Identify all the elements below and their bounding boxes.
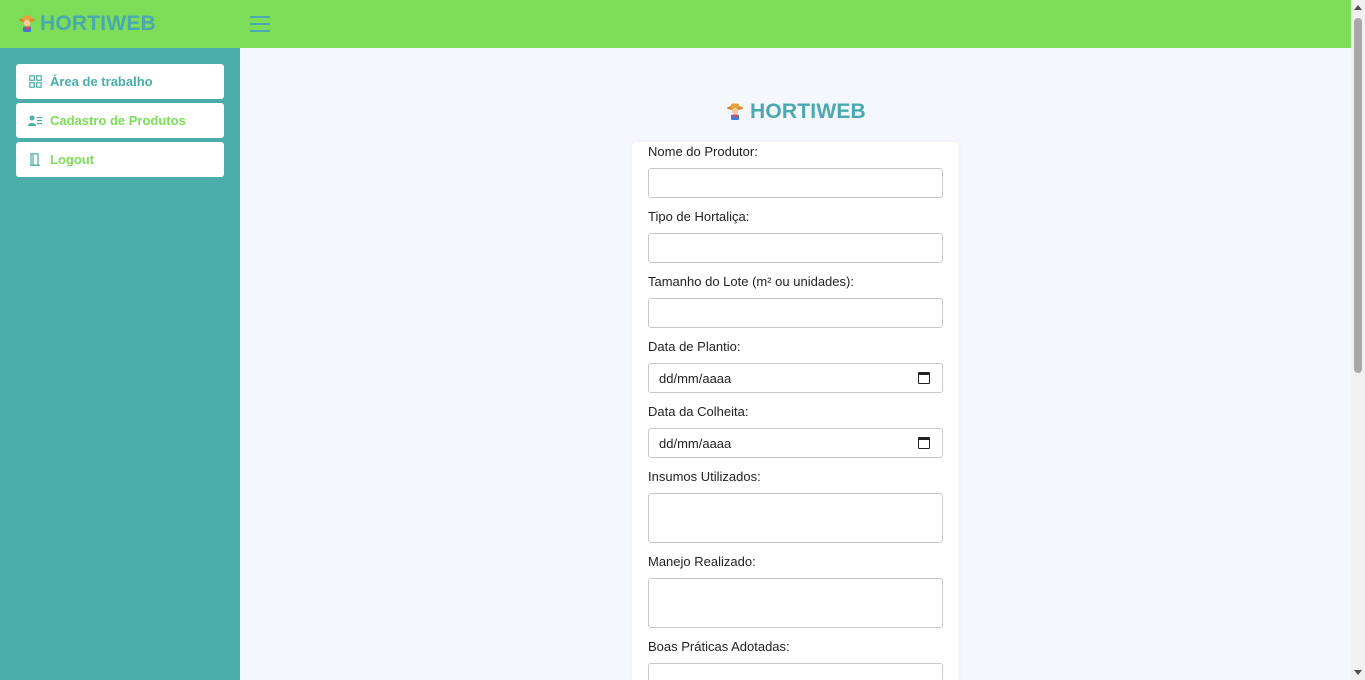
field-label: Boas Práticas Adotadas:: [648, 639, 790, 654]
insumos-utilizados-textarea[interactable]: [648, 493, 943, 543]
dashboard-grid-icon: [28, 75, 42, 89]
door-icon: [28, 153, 42, 167]
date-placeholder: dd/mm/aaaa: [659, 435, 732, 451]
hamburger-menu-icon[interactable]: [250, 16, 270, 32]
field-label: Tamanho do Lote (m² ou unidades):: [648, 274, 854, 289]
scroll-up-arrow-icon[interactable]: [1354, 5, 1362, 10]
field-boas-praticas: Boas Práticas Adotadas:: [648, 640, 943, 680]
page-scrollbar[interactable]: [1351, 0, 1365, 680]
tamanho-do-lote-input[interactable]: [648, 298, 943, 328]
field-data-da-colheita: Data da Colheita: dd/mm/aaaa: [648, 405, 943, 458]
sidebar-item-label: Logout: [50, 152, 95, 167]
field-label: Insumos Utilizados:: [648, 469, 761, 484]
brand-title: HORTIWEB: [40, 12, 156, 35]
field-label: Nome do Produtor:: [648, 144, 758, 159]
scroll-down-arrow-icon[interactable]: [1354, 670, 1362, 675]
content-brand: HORTIWEB: [726, 100, 866, 124]
data-de-plantio-input[interactable]: dd/mm/aaaa: [648, 363, 943, 393]
farmer-icon: [727, 103, 743, 120]
sidebar-item-label: Cadastro de Produtos: [50, 113, 186, 128]
tipo-de-hortalica-input[interactable]: [648, 233, 943, 263]
product-registration-form: Nome do Produtor: Tipo de Hortaliça: Tam…: [632, 142, 959, 680]
calendar-icon[interactable]: [918, 437, 930, 449]
sidebar-item-cadastro-de-produtos[interactable]: Cadastro de Produtos: [16, 103, 224, 138]
farmer-icon: [19, 15, 35, 32]
field-insumos-utilizados: Insumos Utilizados:: [648, 470, 943, 543]
field-label: Data da Colheita:: [648, 404, 749, 419]
main-content: HORTIWEB Nome do Produtor: Tipo de Horta…: [240, 48, 1351, 680]
field-label: Manejo Realizado:: [648, 554, 756, 569]
content-brand-title: HORTIWEB: [750, 100, 866, 123]
field-manejo-realizado: Manejo Realizado:: [648, 555, 943, 628]
manejo-realizado-textarea[interactable]: [648, 578, 943, 628]
sidebar: Área de trabalho Cadastro de Produtos Lo…: [0, 48, 240, 680]
data-da-colheita-input[interactable]: dd/mm/aaaa: [648, 428, 943, 458]
sidebar-item-label: Área de trabalho: [50, 74, 153, 89]
sidebar-item-area-de-trabalho[interactable]: Área de trabalho: [16, 64, 224, 99]
calendar-icon[interactable]: [918, 372, 930, 384]
user-list-icon: [28, 114, 42, 128]
date-placeholder: dd/mm/aaaa: [659, 370, 732, 386]
boas-praticas-textarea[interactable]: [648, 663, 943, 680]
nome-do-produtor-input[interactable]: [648, 168, 943, 198]
field-data-de-plantio: Data de Plantio: dd/mm/aaaa: [648, 340, 943, 393]
brand[interactable]: HORTIWEB: [18, 12, 240, 36]
sidebar-item-logout[interactable]: Logout: [16, 142, 224, 177]
field-nome-do-produtor: Nome do Produtor:: [648, 145, 943, 198]
top-navbar: HORTIWEB: [0, 0, 1351, 48]
field-label: Data de Plantio:: [648, 339, 741, 354]
field-tipo-de-hortalica: Tipo de Hortaliça:: [648, 210, 943, 263]
field-tamanho-do-lote: Tamanho do Lote (m² ou unidades):: [648, 275, 943, 328]
field-label: Tipo de Hortaliça:: [648, 209, 750, 224]
scrollbar-thumb[interactable]: [1354, 18, 1362, 373]
